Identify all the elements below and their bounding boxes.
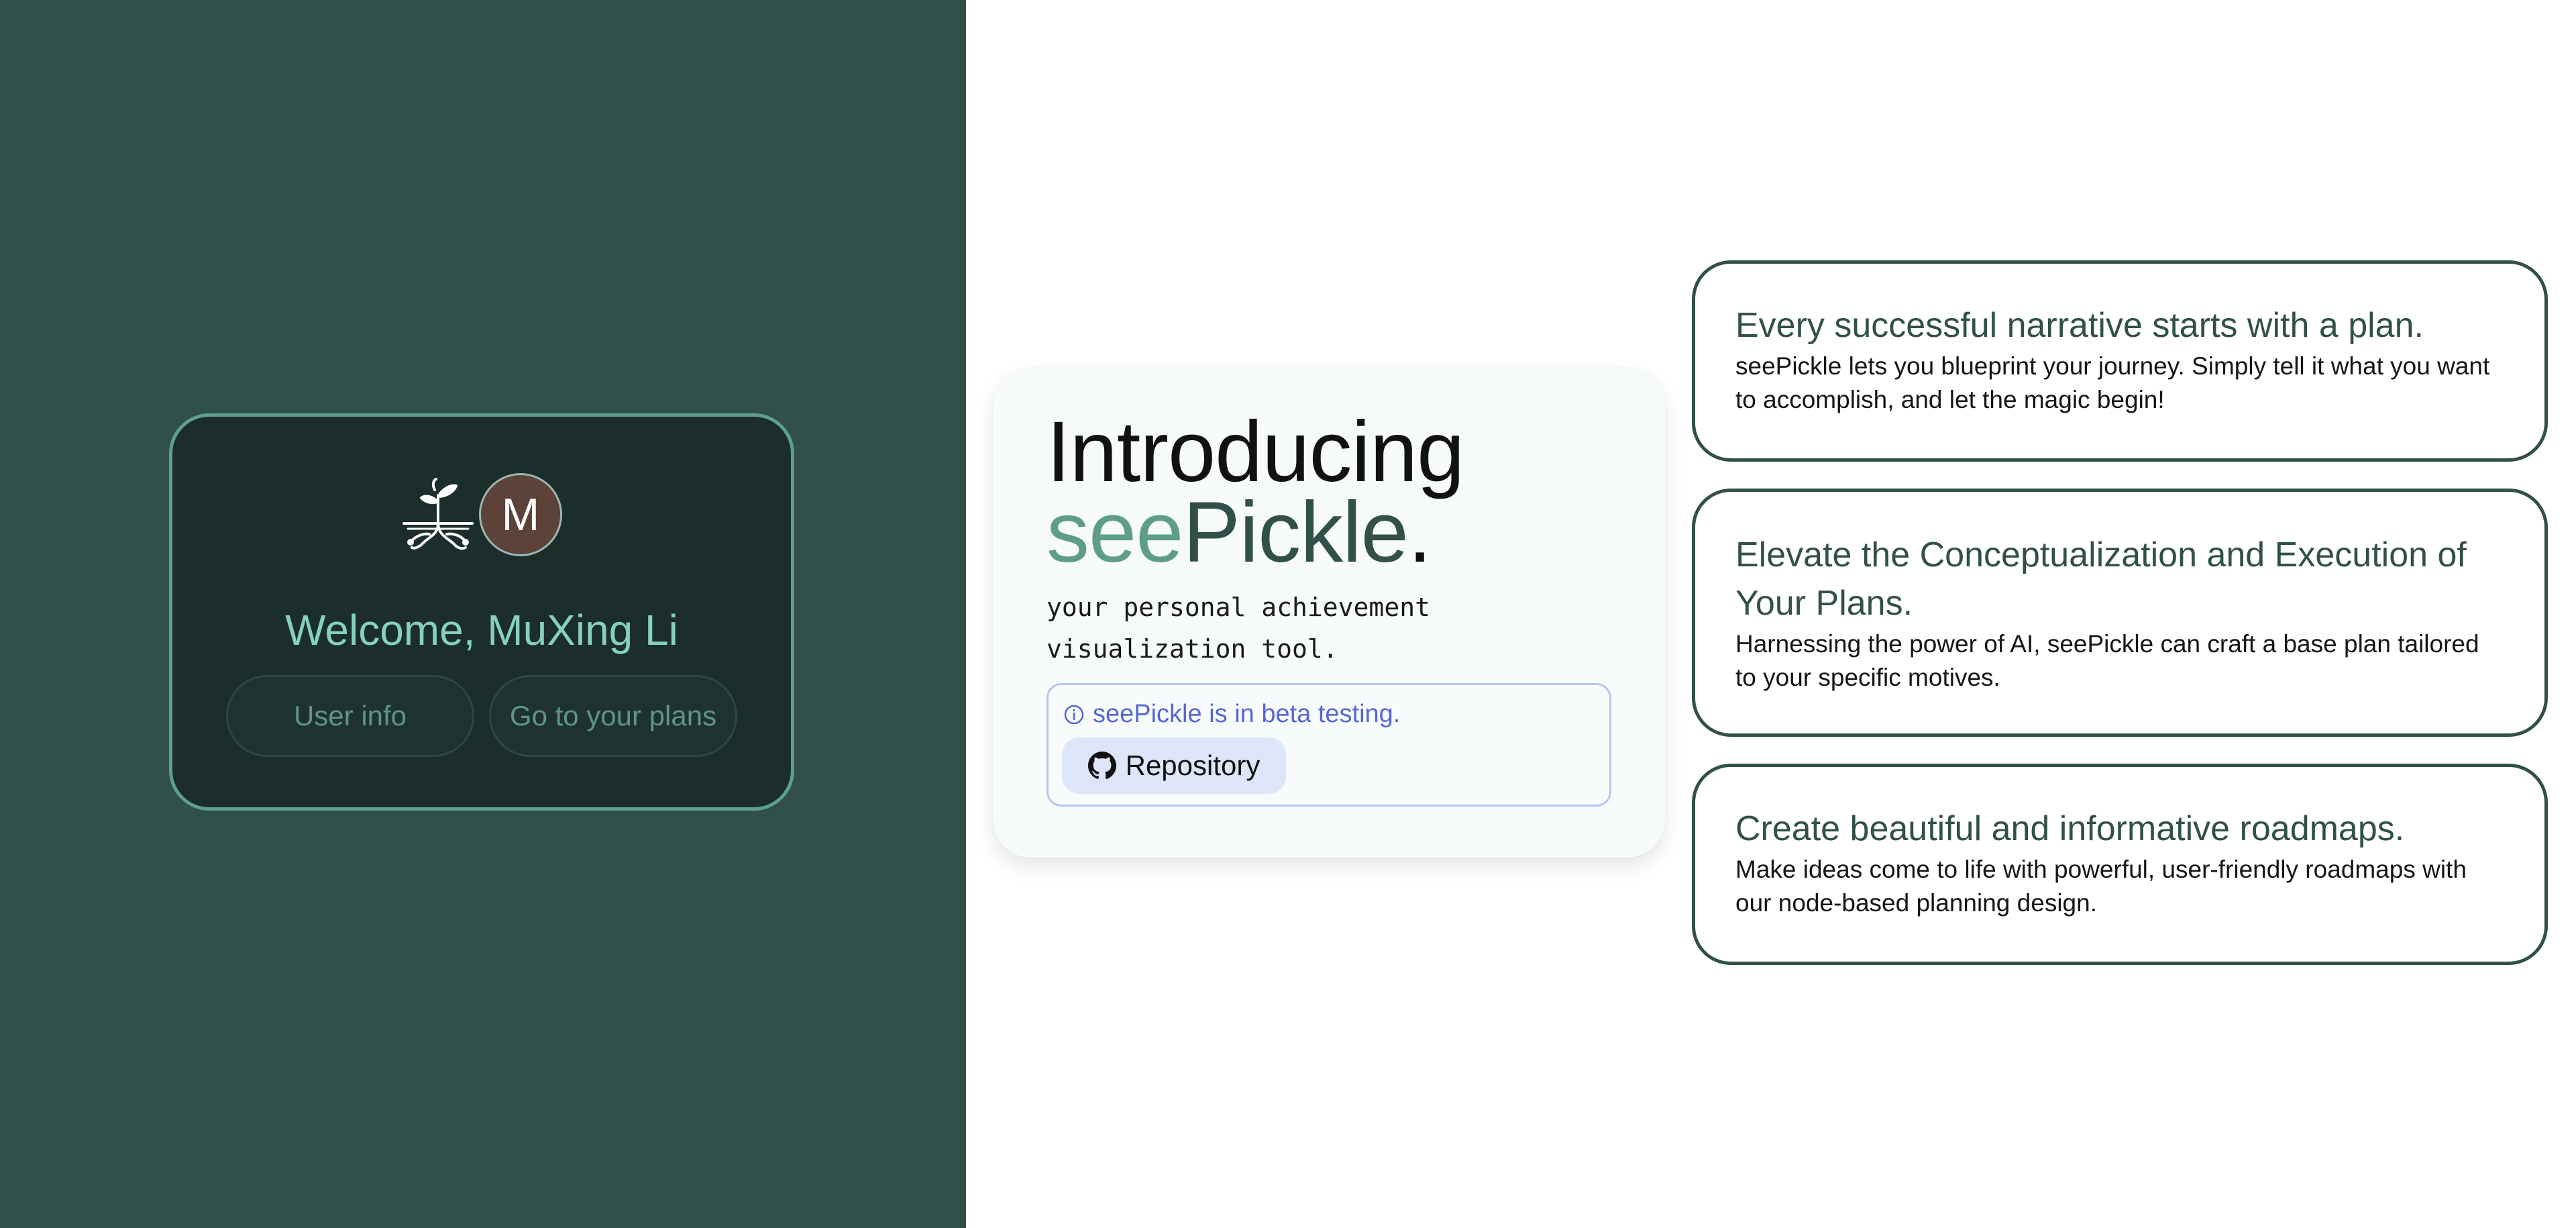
- left-panel: M Welcome, MuXing Li User info Go to you…: [0, 0, 966, 1228]
- github-icon: [1087, 752, 1116, 779]
- user-avatar[interactable]: M: [479, 473, 562, 556]
- feature-body: Make ideas come to life with powerful, u…: [1735, 856, 2467, 917]
- feature-body: Harnessing the power of AI, seePickle ca…: [1735, 630, 2479, 691]
- sprout-roots-icon: [402, 478, 474, 550]
- brand-see: see: [1046, 484, 1183, 580]
- go-to-plans-button[interactable]: Go to your plans: [489, 675, 737, 757]
- welcome-greeting: Welcome, MuXing Li: [285, 606, 678, 654]
- welcome-card: M Welcome, MuXing Li User info Go to you…: [169, 413, 794, 811]
- welcome-button-group: User info Go to your plans: [226, 675, 737, 757]
- repository-button[interactable]: Repository: [1062, 737, 1286, 794]
- beta-alert: seePickle is in beta testing. Repository: [1046, 683, 1611, 807]
- avatar-initial: M: [501, 489, 540, 540]
- beta-notice-text: seePickle is in beta testing.: [1093, 700, 1401, 728]
- feature-card-ai: Elevate the Conceptualization and Execut…: [1692, 489, 2548, 737]
- feature-card-roadmaps: Create beautiful and informative roadmap…: [1692, 764, 2548, 965]
- user-info-button[interactable]: User info: [226, 675, 474, 757]
- tagline: your personal achievement visualization …: [1046, 593, 1430, 664]
- repository-button-label: Repository: [1125, 750, 1260, 781]
- feature-body: seePickle lets you blueprint your journe…: [1735, 352, 2490, 413]
- feature-title: Create beautiful and informative roadmap…: [1735, 809, 2405, 848]
- feature-title: Elevate the Conceptualization and Execut…: [1735, 535, 2467, 623]
- brand-dot: .: [1407, 484, 1432, 580]
- feature-title: Every successful narrative starts with a…: [1735, 306, 2424, 345]
- intro-card: Introducing seePickle. your personal ach…: [993, 368, 1665, 858]
- page-root: M Welcome, MuXing Li User info Go to you…: [0, 0, 2576, 1228]
- beta-notice-line: seePickle is in beta testing.: [1063, 700, 1400, 729]
- info-circle-icon: [1064, 705, 1084, 724]
- brand-pickle: Pickle: [1183, 484, 1408, 580]
- intro-title: Introducing: [1046, 404, 1464, 500]
- brand-name: seePickle.: [1046, 490, 1432, 576]
- feature-card-plan: Every successful narrative starts with a…: [1692, 260, 2548, 462]
- logo-avatar-row: M: [172, 472, 791, 558]
